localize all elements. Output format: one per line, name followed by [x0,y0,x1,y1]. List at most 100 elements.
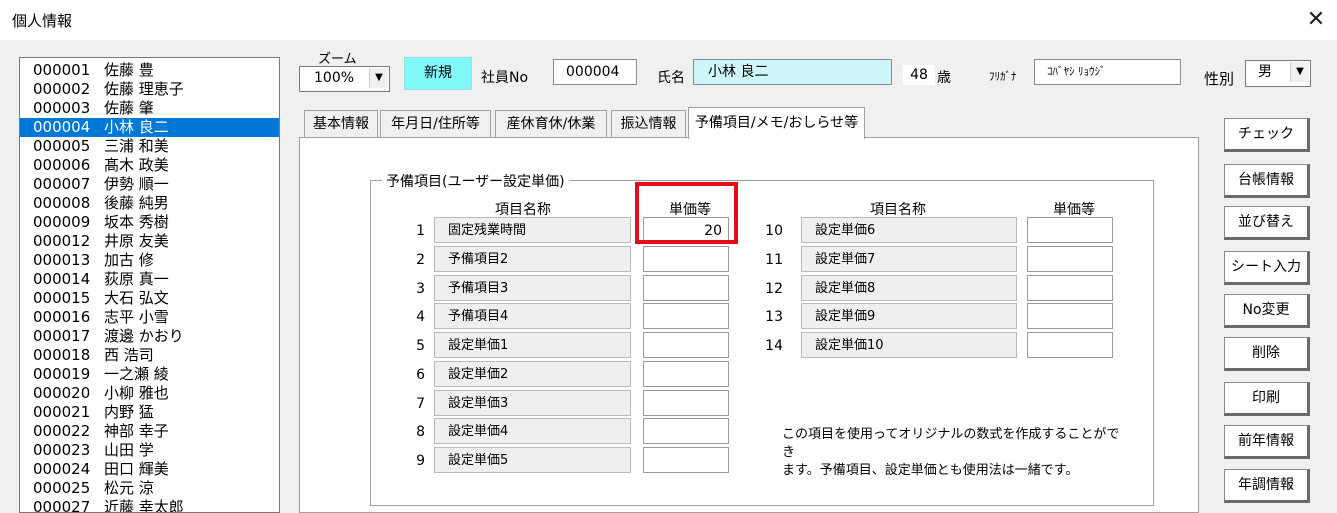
side-button-8[interactable]: 前年情報 [1224,425,1310,459]
employee-id: 000003 [33,99,91,117]
employee-id: 000022 [33,422,91,440]
list-item[interactable]: 000013 加古 修 [20,251,279,270]
employee-id: 000001 [33,61,91,79]
right-item-name[interactable]: 設定単価10 [801,332,1017,358]
tab-spare-items[interactable]: 予備項目/メモ/おしらせ等 [688,107,865,139]
zoom-label: ズーム [318,52,357,67]
furigana-field[interactable]: ｺﾊﾞﾔｼ ﾘｮｳｼﾞ [1034,59,1181,85]
age-value: 48 [903,65,935,85]
list-item[interactable]: 000009 坂本 秀樹 [20,213,279,232]
left-unit-price-field[interactable] [643,303,729,330]
left-item-name[interactable]: 設定単価5 [434,447,631,473]
list-item[interactable]: 000025 松元 涼 [20,479,279,498]
list-item[interactable]: 000018 西 浩司 [20,346,279,365]
right-unit-price-field[interactable] [1027,303,1113,330]
list-item[interactable]: 000022 神部 幸子 [20,422,279,441]
list-item[interactable]: 000008 後藤 純男 [20,194,279,213]
side-button-5[interactable]: No変更 [1224,294,1310,328]
age-unit: 歳 [937,70,951,86]
left-row-number: 8 [416,424,425,441]
employee-name: 志平 小雪 [104,308,169,326]
list-item[interactable]: 000005 三浦 和美 [20,137,279,156]
employee-name: 西 浩司 [104,346,154,364]
left-unit-price-field[interactable] [643,360,729,387]
right-item-name[interactable]: 設定単価6 [801,217,1017,243]
right-unit-price-field[interactable] [1027,245,1113,272]
employee-name: 髙木 政美 [104,156,169,174]
right-item-name[interactable]: 設定単価9 [801,303,1017,330]
employee-list[interactable]: 000001 佐藤 豊 000002 佐藤 理恵子 000003 佐藤 肇 000004 小林… [19,57,280,513]
zoom-value: 100% [314,70,355,86]
list-item[interactable]: 000021 内野 猛 [20,403,279,422]
side-button-3[interactable]: 並び替え [1224,206,1310,240]
column-header-unit-price-2: 単価等 [1053,202,1095,218]
list-item[interactable]: 000017 渡邊 かおり [20,327,279,346]
employee-id: 000008 [33,194,91,212]
chevron-down-icon[interactable]: ▼ [1290,62,1309,82]
right-unit-price-field[interactable] [1027,274,1113,301]
employee-name: 内野 猛 [104,403,154,421]
tab-dates-address[interactable]: 年月日/住所等 [380,110,491,138]
left-unit-price-field[interactable] [643,389,729,416]
chevron-down-icon[interactable]: ▼ [369,68,388,88]
tab-transfer-info[interactable]: 振込情報 [611,110,686,138]
employee-id: 000014 [33,270,91,288]
employee-no-field[interactable]: 000004 [553,59,637,85]
left-unit-price-field[interactable] [643,418,729,445]
left-item-name[interactable]: 予備項目2 [434,245,631,272]
side-button-2[interactable]: 台帳情報 [1224,164,1310,198]
left-item-name[interactable]: 設定単価1 [434,332,631,358]
side-button-4[interactable]: シート入力 [1224,251,1310,285]
new-button[interactable]: 新規 [404,57,472,90]
list-item[interactable]: 000015 大石 弘文 [20,289,279,308]
left-unit-price-field[interactable] [643,245,729,272]
tab-leave[interactable]: 産休育休/休業 [495,110,607,138]
list-item[interactable]: 000020 小柳 雅也 [20,384,279,403]
list-item[interactable]: 000014 荻原 真一 [20,270,279,289]
zoom-select[interactable]: 100% ▼ [299,66,390,92]
name-field[interactable]: 小林 良二 [693,59,892,85]
left-item-name[interactable]: 固定残業時間 [434,217,631,243]
left-item-name[interactable]: 予備項目3 [434,274,631,301]
list-item[interactable]: 000019 一之瀬 綾 [20,365,279,384]
list-item[interactable]: 000004 小林 良二 [20,118,279,137]
employee-name: 大石 弘文 [104,289,169,307]
list-item[interactable]: 000016 志平 小雪 [20,308,279,327]
side-button-9[interactable]: 年調情報 [1224,469,1310,503]
list-item[interactable]: 000003 佐藤 肇 [20,99,279,118]
employee-id: 000013 [33,251,91,269]
list-item[interactable]: 000023 山田 学 [20,441,279,460]
tab-basic-info[interactable]: 基本情報 [304,110,378,138]
employee-name: 山田 学 [104,441,154,459]
list-item[interactable]: 000006 髙木 政美 [20,156,279,175]
side-button-6[interactable]: 削除 [1224,337,1310,371]
side-button-7[interactable]: 印刷 [1224,382,1310,416]
employee-id: 000024 [33,460,91,478]
column-header-item-name: 項目名称 [495,202,551,218]
left-unit-price-field[interactable] [643,274,729,301]
side-button-1[interactable]: チェック [1224,118,1310,152]
employee-id: 000012 [33,232,91,250]
list-item[interactable]: 000001 佐藤 豊 [20,61,279,80]
right-item-name[interactable]: 設定単価8 [801,274,1017,301]
list-item[interactable]: 000002 佐藤 理恵子 [20,80,279,99]
right-item-name[interactable]: 設定単価7 [801,245,1017,272]
right-unit-price-field[interactable] [1027,332,1113,358]
list-item[interactable]: 000007 伊勢 順一 [20,175,279,194]
close-icon[interactable]: ✕ [1302,6,1330,34]
left-unit-price-field[interactable] [643,332,729,358]
employee-id: 000005 [33,137,91,155]
employee-name: 荻原 真一 [104,270,169,288]
gender-select[interactable]: 男 ▼ [1245,60,1311,87]
right-unit-price-field[interactable] [1027,217,1113,243]
left-item-name[interactable]: 設定単価4 [434,418,631,445]
left-unit-price-field[interactable] [643,447,729,473]
list-item[interactable]: 000024 田口 輝美 [20,460,279,479]
left-item-name[interactable]: 予備項目4 [434,303,631,330]
window-title: 個人情報 [12,12,73,30]
employee-name: 佐藤 豊 [104,61,154,79]
list-item[interactable]: 000012 井原 友美 [20,232,279,251]
gender-value: 男 [1258,64,1272,80]
left-item-name[interactable]: 設定単価3 [434,389,631,416]
left-item-name[interactable]: 設定単価2 [434,360,631,387]
